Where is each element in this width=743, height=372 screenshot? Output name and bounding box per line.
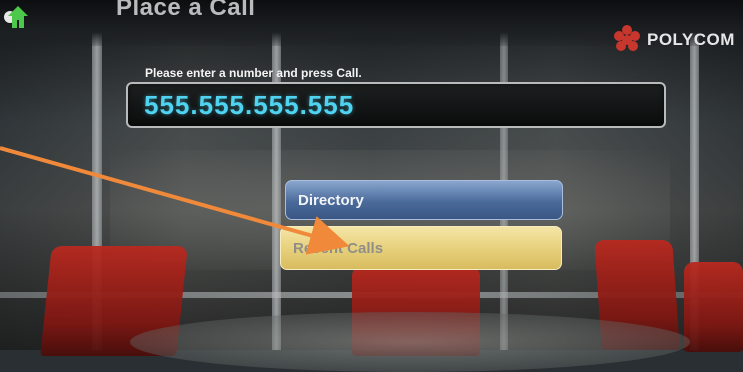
conference-table xyxy=(130,312,690,372)
polycom-logo-text: POLYCOM xyxy=(647,30,735,49)
header-bar: Place a Call POLYCOM xyxy=(0,0,743,51)
dial-prompt: Please enter a number and press Call. xyxy=(145,66,362,80)
directory-button-label: Directory xyxy=(298,191,364,209)
polycom-logo-icon xyxy=(614,25,640,51)
recent-calls-button[interactable]: Recent Calls xyxy=(280,226,562,270)
number-input[interactable]: 555.555.555.555 xyxy=(126,82,666,128)
directory-button[interactable]: Directory xyxy=(285,180,563,220)
number-input-value: 555.555.555.555 xyxy=(144,90,355,120)
red-chair xyxy=(684,262,743,352)
page-title: Place a Call xyxy=(116,0,256,21)
recent-calls-button-label: Recent Calls xyxy=(293,239,384,257)
home-icon[interactable] xyxy=(4,4,32,30)
